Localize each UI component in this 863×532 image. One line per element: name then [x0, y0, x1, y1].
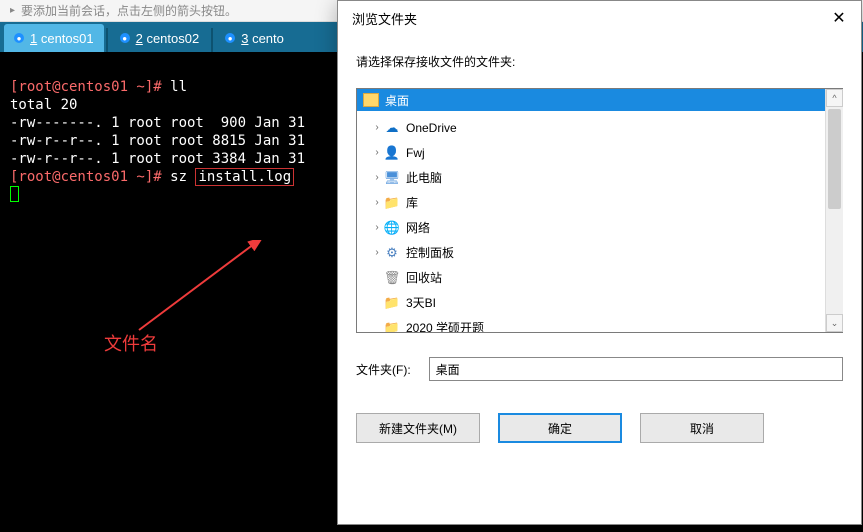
- command: ll: [170, 79, 187, 95]
- tree-item[interactable]: 📁 3天BI: [357, 290, 825, 315]
- ok-button[interactable]: 确定: [498, 413, 622, 443]
- status-dot-icon: ●: [14, 33, 24, 43]
- prompt: [root@centos01 ~]#: [10, 169, 170, 185]
- folder-icon: 📁: [383, 295, 401, 311]
- tree-item-label: 库: [406, 194, 418, 211]
- tree-item[interactable]: 🗑 回收站: [357, 265, 825, 290]
- trash-icon: 🗑: [383, 270, 401, 286]
- folder-field-input[interactable]: [429, 357, 843, 381]
- annotation-label: 文件名: [104, 335, 158, 353]
- command: sz: [170, 169, 195, 185]
- expand-caret-icon[interactable]: ›: [371, 247, 383, 258]
- tab-centos02[interactable]: ● 2 centos02: [110, 24, 210, 52]
- tree-item-label: Fwj: [406, 146, 425, 160]
- output-line: -rw-r--r--. 1 root root 8815 Jan 31: [10, 133, 313, 149]
- new-folder-button[interactable]: 新建文件夹(M): [356, 413, 480, 443]
- user-icon: 👤: [383, 145, 401, 161]
- folder-field-label: 文件夹(F):: [356, 361, 411, 378]
- tree-item-label: OneDrive: [406, 121, 457, 135]
- close-button[interactable]: ✕: [817, 2, 861, 34]
- tree-item[interactable]: ›🖥 此电脑: [357, 165, 825, 190]
- tab-label: cento: [248, 31, 283, 46]
- dialog-titlebar: 浏览文件夹 ✕: [338, 1, 861, 35]
- status-dot-icon: ●: [225, 33, 235, 43]
- expand-caret-icon[interactable]: ›: [371, 172, 383, 183]
- tree-item[interactable]: 📁 2020 学硕开题: [357, 315, 825, 332]
- tree-item[interactable]: ›📁 库: [357, 190, 825, 215]
- output-line: -rw-r--r--. 1 root root 3384 Jan 31: [10, 151, 313, 167]
- cp-icon: ⚙: [383, 245, 401, 261]
- tree-item[interactable]: ›☁ OneDrive: [357, 115, 825, 140]
- output-line: total 20: [10, 97, 77, 113]
- tree-item-label: 2020 学硕开题: [406, 319, 484, 332]
- tree-item-label: 回收站: [406, 269, 442, 286]
- tree-header-label: 桌面: [385, 92, 409, 109]
- tab-number: 1: [30, 31, 37, 46]
- tree-item-label: 3天BI: [406, 294, 436, 311]
- tab-cento[interactable]: ● 3 cento: [215, 24, 294, 52]
- folder-tree: 桌面 ›☁OneDrive›👤Fwj›🖥此电脑›📁库›🌐网络›⚙控制面板 🗑回收…: [356, 88, 843, 333]
- tab-centos01[interactable]: ● 1 centos01: [4, 24, 104, 52]
- output-line: -rw-------. 1 root root 900 Jan 31: [10, 115, 313, 131]
- tree-selected-header[interactable]: 桌面: [357, 89, 825, 111]
- tab-number: 2: [136, 31, 143, 46]
- scroll-up-button[interactable]: ^: [826, 89, 843, 107]
- tab-number: 3: [241, 31, 248, 46]
- desktop-icon: [363, 93, 379, 107]
- scroll-down-button[interactable]: ⌄: [826, 314, 843, 332]
- tree-item-label: 控制面板: [406, 244, 454, 261]
- expand-caret-icon[interactable]: ›: [371, 122, 383, 133]
- cancel-button[interactable]: 取消: [640, 413, 764, 443]
- tab-label: centos01: [37, 31, 93, 46]
- net-icon: 🌐: [383, 220, 401, 236]
- tree-item-label: 此电脑: [406, 169, 442, 186]
- tree-item[interactable]: ›👤 Fwj: [357, 140, 825, 165]
- expand-caret-icon[interactable]: ›: [371, 147, 383, 158]
- highlighted-filename: install.log: [195, 168, 294, 186]
- dialog-instruction: 请选择保存接收文件的文件夹:: [356, 53, 843, 70]
- scroll-thumb[interactable]: [828, 109, 841, 209]
- expand-caret-icon[interactable]: ›: [371, 197, 383, 208]
- dialog-title: 浏览文件夹: [352, 9, 417, 28]
- tree-item-label: 网络: [406, 219, 430, 236]
- tab-label: centos02: [143, 31, 199, 46]
- cursor: [10, 186, 19, 202]
- browse-folder-dialog: 浏览文件夹 ✕ 请选择保存接收文件的文件夹: 桌面 ›☁OneDrive›👤Fw…: [337, 0, 862, 525]
- arrow-hint-icon: ▸: [10, 5, 15, 16]
- expand-caret-icon[interactable]: ›: [371, 222, 383, 233]
- tree-item[interactable]: ›⚙ 控制面板: [357, 240, 825, 265]
- cloud-icon: ☁: [383, 120, 401, 136]
- tree-item[interactable]: ›🌐 网络: [357, 215, 825, 240]
- prompt: [root@centos01 ~]#: [10, 79, 170, 95]
- status-dot-icon: ●: [120, 33, 130, 43]
- info-bar-text: 要添加当前会话，点击左侧的箭头按钮。: [21, 2, 237, 19]
- close-icon: ✕: [832, 8, 845, 28]
- pc-icon: 🖥: [383, 170, 401, 186]
- lib-icon: 📁: [383, 195, 401, 211]
- scrollbar[interactable]: ^ ⌄: [825, 89, 843, 332]
- folder-icon: 📁: [383, 320, 401, 333]
